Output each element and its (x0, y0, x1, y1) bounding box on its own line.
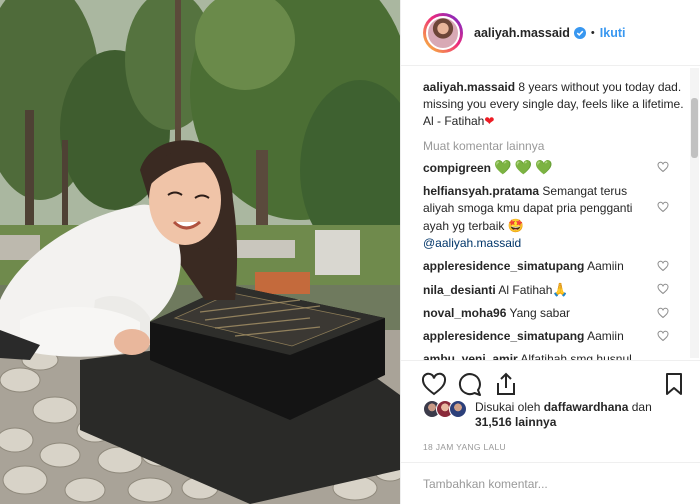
caption-username[interactable]: aaliyah.massaid (423, 80, 515, 94)
add-comment-input[interactable] (423, 473, 679, 495)
comment-emoji: 🙏 (552, 282, 569, 297)
comment-row: noval_moha96 Yang sabar (423, 305, 685, 322)
comment-like-heart-icon[interactable] (657, 260, 669, 272)
likes-summary: Disukai oleh daffawardhana dan 31,516 la… (423, 400, 693, 436)
comment-row: nila_desianti Al Fatihah🙏 (423, 281, 685, 299)
share-icon[interactable] (493, 371, 519, 397)
comment-like-heart-icon[interactable] (657, 283, 669, 295)
comment-row: compigreen 💚💚💚 (423, 159, 685, 177)
comment-text: Aamiin (587, 259, 624, 273)
like-heart-icon[interactable] (421, 371, 447, 397)
comment-row: appleresidence_simatupang Aamiin (423, 328, 685, 345)
comment-like-heart-icon[interactable] (657, 330, 669, 342)
comment-username[interactable]: appleresidence_simatupang (423, 259, 584, 273)
likes-user-link[interactable]: daffawardhana (544, 400, 629, 414)
post-photo[interactable] (0, 0, 400, 504)
comment-username[interactable]: helfiansyah.pratama (423, 184, 539, 198)
post-timestamp[interactable]: 18 JAM YANG LALU (423, 442, 506, 452)
comment-username[interactable]: noval_moha96 (423, 306, 506, 320)
bookmark-icon[interactable] (661, 371, 687, 397)
comment-username[interactable]: compigreen (423, 161, 491, 175)
post-header: aaliyah.massaid • Ikuti (401, 0, 700, 66)
post-side-panel: aaliyah.massaid • Ikuti aaliyah.massaid … (400, 0, 700, 504)
comment-text: Aamiin (587, 329, 624, 343)
comment-mention-link[interactable]: @aaliyah.massaid (423, 236, 521, 250)
likes-suffix[interactable]: lainnya (515, 415, 556, 429)
comment-like-heart-icon[interactable] (657, 307, 669, 319)
verified-badge-icon (573, 26, 586, 39)
comment-like-heart-icon[interactable] (657, 201, 669, 213)
post-caption: aaliyah.massaid 8 years without you toda… (423, 79, 685, 130)
liker-avatars[interactable] (423, 400, 475, 420)
comment-emoji: 🤩 (507, 218, 524, 233)
comment-row: appleresidence_simatupang Aamiin (423, 258, 685, 275)
comment-emoji: 💚💚💚 (494, 159, 556, 175)
comments-section: aaliyah.massaid 8 years without you toda… (401, 66, 700, 360)
load-more-comments-link[interactable]: Muat komentar lainnya (423, 139, 685, 153)
likes-text: Disukai oleh daffawardhana dan 31,516 la… (475, 400, 652, 436)
likes-joiner: dan (631, 400, 652, 414)
comments-scrollbar-thumb[interactable] (691, 98, 698, 158)
comment-bubble-icon[interactable] (457, 371, 483, 397)
add-comment-bar (401, 462, 700, 504)
author-avatar-image (426, 15, 460, 50)
comment-username[interactable]: nila_desianti (423, 283, 496, 297)
likes-prefix: Disukai oleh (475, 400, 541, 414)
comment-text: Yang sabar (509, 306, 571, 320)
instagram-post: aaliyah.massaid • Ikuti aaliyah.massaid … (0, 0, 700, 504)
author-username[interactable]: aaliyah.massaid (474, 26, 570, 40)
comment-row: ambu_yeni_amir Alfatihah smg husnul khot… (423, 351, 685, 360)
post-photo-illustration (0, 0, 400, 504)
comment-text: Al Fatihah (498, 283, 553, 297)
comment-like-heart-icon[interactable] (657, 161, 669, 173)
liker-avatar (449, 400, 467, 418)
comments-scrollbar[interactable] (690, 68, 699, 358)
comment-username[interactable]: appleresidence_simatupang (423, 329, 584, 343)
post-actions-bar (401, 360, 700, 404)
likes-count[interactable]: 31,516 (475, 415, 512, 429)
header-separator: • (590, 26, 595, 39)
comment-row: helfiansyah.pratama Semangat terus aliya… (423, 183, 685, 252)
comment-username[interactable]: ambu_yeni_amir (423, 352, 518, 360)
caption-heart-emoji: ❤ (484, 114, 495, 128)
follow-button[interactable]: Ikuti (600, 26, 626, 40)
author-avatar[interactable] (423, 12, 463, 53)
